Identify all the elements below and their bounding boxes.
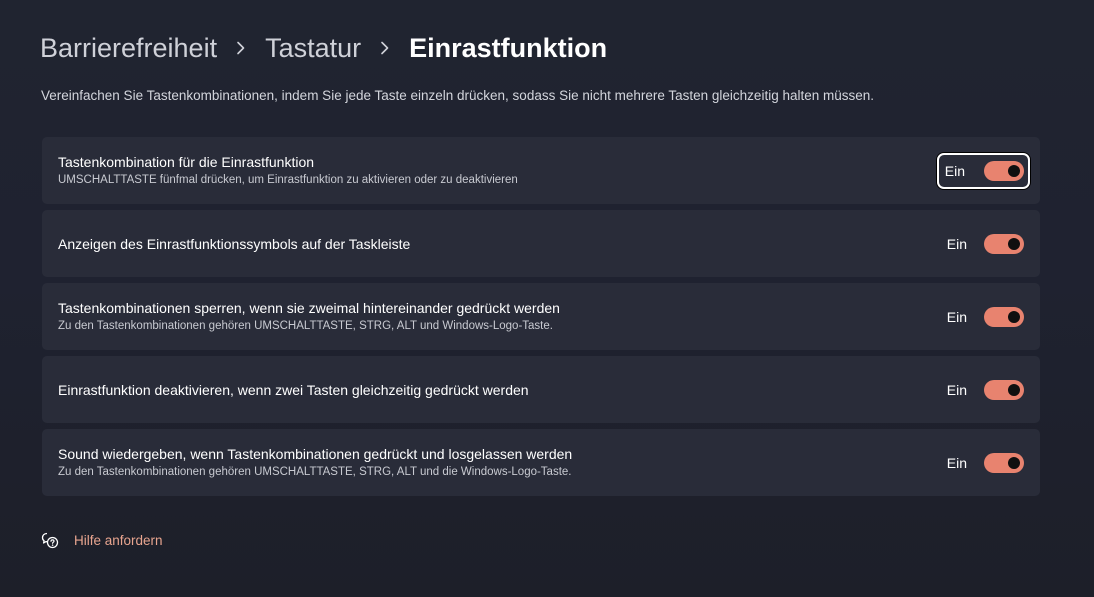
setting-title: Anzeigen des Einrastfunktionssymbols auf… [58,235,411,252]
help-link[interactable]: Hilfe anfordern [41,531,163,549]
settings-page: Barrierefreiheit Tastatur Einrastfunktio… [0,0,1094,597]
setting-title: Tastenkombinationen sperren, wenn sie zw… [58,300,560,316]
help-chat-icon [41,531,59,549]
help-link-label: Hilfe anfordern [74,532,163,548]
chevron-right-icon [378,41,392,55]
toggle-state-label: Ein [944,162,965,179]
toggle-state-label: Ein [946,308,967,325]
setting-title: Tastenkombination für die Einrastfunktio… [58,154,315,170]
toggle-knob [1008,310,1020,323]
focus-ring[interactable]: Ein [936,152,1030,189]
breadcrumb-item-barrierefreiheit[interactable]: Barrierefreiheit [40,33,217,64]
page-description: Vereinfachen Sie Tastenkombinationen, in… [41,88,875,103]
toggle-knob [1008,383,1020,396]
page-title: Einrastfunktion [409,32,608,63]
setting-row-shortcut: Tastenkombination für die Einrastfunktio… [42,137,1040,204]
sound-toggle[interactable] [984,452,1024,473]
toggle-knob [1008,164,1020,177]
setting-title: Einrastfunktion deaktivieren, wenn zwei … [58,381,529,398]
toggle-state-label: Ein [946,454,967,471]
setting-row-sound: Sound wiedergeben, wenn Tastenkombinatio… [42,429,1040,496]
settings-list: Tastenkombination für die Einrastfunktio… [42,137,1040,502]
toggle-knob [1008,456,1020,469]
setting-subtitle: Zu den Tastenkombinationen gehören UMSCH… [58,320,553,332]
taskbar-icon-toggle[interactable] [984,233,1024,254]
setting-title: Sound wiedergeben, wenn Tastenkombinatio… [58,446,573,462]
lock-keys-toggle[interactable] [984,306,1024,327]
setting-subtitle: Zu den Tastenkombinationen gehören UMSCH… [58,466,572,478]
two-keys-off-toggle[interactable] [984,379,1024,400]
toggle-state-label: Ein [946,235,967,252]
breadcrumb-item-tastatur[interactable]: Tastatur [265,33,361,64]
chevron-right-icon [234,41,248,55]
setting-row-two-keys-off: Einrastfunktion deaktivieren, wenn zwei … [42,356,1040,423]
shortcut-toggle[interactable] [984,160,1024,181]
setting-row-lock-keys: Tastenkombinationen sperren, wenn sie zw… [42,283,1040,350]
toggle-knob [1008,237,1020,250]
setting-row-taskbar-icon: Anzeigen des Einrastfunktionssymbols auf… [42,210,1040,277]
toggle-state-label: Ein [946,381,967,398]
breadcrumb: Barrierefreiheit Tastatur Einrastfunktio… [40,30,607,66]
setting-subtitle: UMSCHALTTASTE fünfmal drücken, um Einras… [58,174,518,186]
